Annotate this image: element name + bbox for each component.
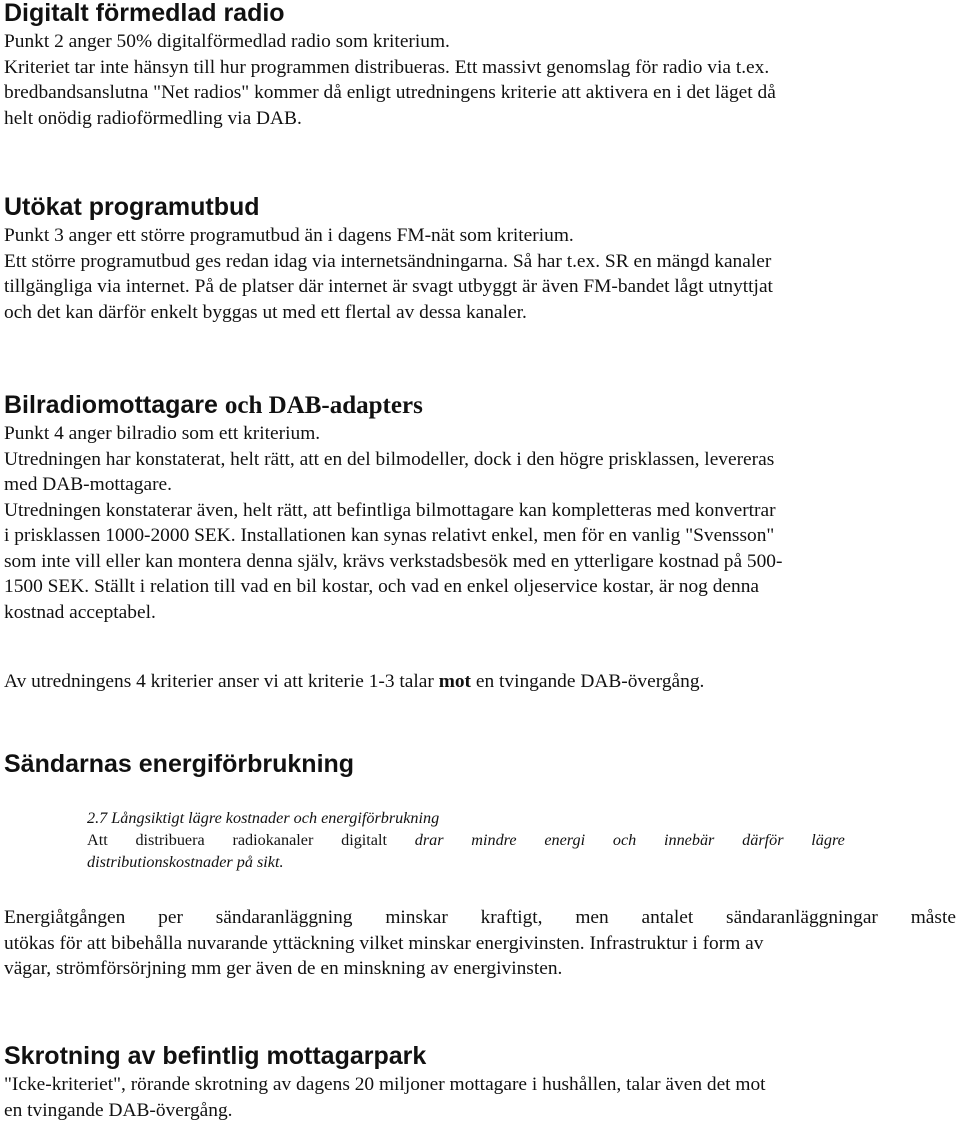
text-line: med DAB-mottagare. [4,474,173,495]
text-line: Punkt 4 anger bilradio som ett kriterium… [4,423,321,444]
text-line: kostnad acceptabel. [4,601,156,623]
conclusion-text-end: en tvingande DAB-övergång. [471,671,705,692]
text-line: Utredningen har konstaterat, helt rätt, … [4,448,775,470]
word: lägre [811,831,845,849]
text-line: i prisklassen 1000-2000 SEK. Installatio… [4,525,775,546]
word: drar [414,831,444,849]
quote-line: Att distribuera radiokanaler digitalt drar mi… [87,829,845,851]
heading-utokat-programutbud: Utökat programutbud [4,193,260,221]
word: innebär [664,831,715,849]
heading-digitalt-formedlad-radio: Digitalt förmedlad radio [4,0,285,27]
text-line: helt onödig radioförmedling via DAB. [4,107,302,129]
paragraph-programutbud: Punkt 3 anger ett större programutbud än… [4,223,773,325]
word: därför [742,831,784,849]
heading-skrotning: Skrotning av befintlig mottagarpark [4,1042,427,1070]
word: men [575,907,609,928]
word: energi [544,831,586,849]
paragraph-digitalt: Punkt 2 anger 50% digitalförmedlad radio… [4,29,776,131]
word: mindre [471,831,517,849]
text-line: och det kan därför enkelt byggas ut med … [4,301,527,323]
text-line: "Icke-kriteriet", rörande skrotning av d… [4,1074,766,1095]
paragraph-skrotning: "Icke-kriteriet", rörande skrotning av d… [4,1072,766,1123]
text-line: Punkt 3 anger ett större programutbud än… [4,225,574,246]
text-line: Ett större programutbud ges redan idag v… [4,250,772,272]
word: antalet [641,907,694,928]
word: distribuera [135,831,205,849]
conclusion-emphasis: mot [438,671,472,692]
word: radiokanaler [232,831,314,849]
word: Att [87,831,108,849]
text-line: Kriteriet tar inte hänsyn till hur progr… [4,56,770,78]
heading-serif-part: och DAB-adapters [224,392,423,419]
quote-title: 2.7 Långsiktigt lägre kostnader och ener… [87,809,440,827]
word: kraftigt, [480,907,543,928]
text-line: en tvingande DAB-övergång. [4,1099,233,1121]
heading-sandarnas-energiforbrukning: Sändarnas energiförbrukning [4,750,355,778]
quote-line: distributionskostnader på sikt. [87,853,284,871]
text-line: Energiåtgången per sändaranläggning minskar… [4,905,956,931]
word: minskar [385,907,448,928]
quoted-excerpt: 2.7 Långsiktigt lägre kostnader och ener… [87,807,845,873]
word: sändaranläggning [215,907,353,928]
text-line: bredbandsanslutna "Net radios" kommer då… [4,82,776,103]
text-line: som inte vill eller kan montera denna sj… [4,550,783,572]
heading-bilradiomottagare: Bilradiomottagare och DAB-adapters [4,390,423,421]
conclusion-text: Av utredningens 4 kriterier anser vi att… [4,671,439,692]
text-line: tillgängliga via internet. På de platser… [4,276,773,297]
text-line: Punkt 2 anger 50% digitalförmedlad radio… [4,31,450,52]
word: per [158,907,183,928]
paragraph-bilradio: Punkt 4 anger bilradio som ett kriterium… [4,421,782,625]
word: digitalt [341,831,387,849]
conclusion-paragraph: Av utredningens 4 kriterier anser vi att… [4,669,704,695]
text-line: utökas för att bibehålla nuvarande yttäc… [4,932,764,954]
word: sändaranläggningar [726,907,878,928]
text-line: vägar, strömförsörjning mm ger även de e… [4,958,563,979]
heading-sans-part: Bilradiomottagare [4,391,218,419]
word: måste [910,907,956,928]
word: Energiåtgången [4,907,126,928]
text-line: Utredningen konstaterar även, helt rätt,… [4,499,776,521]
paragraph-energi: Energiåtgången per sändaranläggning minskar… [4,905,956,982]
text-line: 1500 SEK. Ställt i relation till vad en … [4,576,760,597]
word: och [612,831,637,849]
